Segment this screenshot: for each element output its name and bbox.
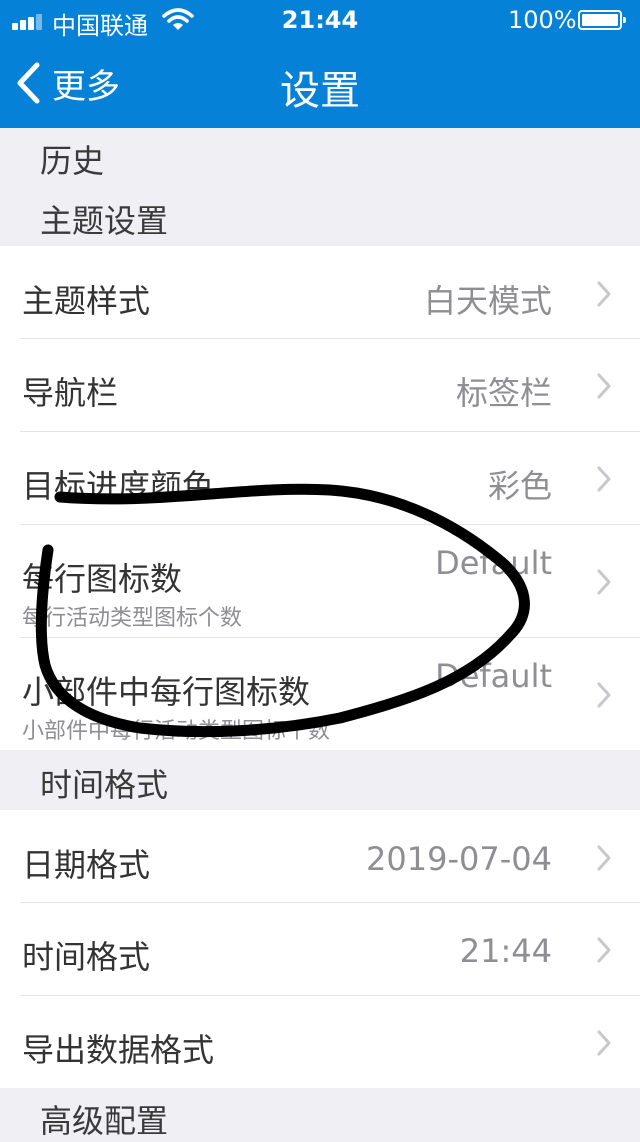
chevron-right-icon: [597, 845, 611, 871]
chevron-right-icon: [597, 569, 611, 595]
top-bar: 中国联通 21:44 100% 更多 设置: [0, 0, 640, 128]
row-value: 2019-07-04: [366, 840, 552, 878]
icons-per-row-row[interactable]: 每行图标数 每行活动类型图标个数 Default: [0, 524, 640, 637]
widget-icons-per-row-row[interactable]: 小部件中每行图标数 小部件中每行活动类型图标个数 Default: [0, 637, 640, 750]
row-title: 主题样式: [22, 282, 151, 320]
chevron-right-icon: [597, 1030, 611, 1056]
section-header-theme: 主题设置: [40, 202, 169, 240]
navigation-bar: 更多 设置: [0, 40, 640, 128]
page-title: 设置: [280, 68, 360, 114]
battery-icon: [578, 10, 626, 30]
theme-settings-group: 主题样式 白天模式 导航栏 标签栏 目标进度颜色 彩色 每行图标数 每行活动类型…: [0, 246, 640, 750]
row-value: 彩色: [487, 467, 552, 505]
theme-style-row[interactable]: 主题样式 白天模式: [0, 246, 640, 338]
row-title: 时间格式: [22, 938, 151, 976]
row-value: 标签栏: [455, 374, 552, 412]
history-item[interactable]: 历史: [40, 136, 104, 182]
row-title: 导航栏: [22, 374, 119, 412]
chevron-right-icon: [597, 937, 611, 963]
section-header-time-format: 时间格式: [40, 766, 169, 804]
row-title: 目标进度颜色: [22, 467, 215, 505]
status-bar: 中国联通 21:44 100%: [0, 0, 640, 40]
row-title: 每行图标数: [22, 560, 183, 598]
row-title: 日期格式: [22, 846, 151, 884]
row-subtitle: 每行活动类型图标个数: [22, 606, 243, 631]
row-value: 白天模式: [423, 282, 552, 320]
time-format-group: 日期格式 2019-07-04 时间格式 21:44 导出数据格式: [0, 810, 640, 1088]
row-title: 导出数据格式: [22, 1031, 215, 1069]
section-header-advanced: 高级配置: [40, 1102, 169, 1140]
export-data-format-row[interactable]: 导出数据格式: [0, 995, 640, 1088]
time-format-row[interactable]: 时间格式 21:44: [0, 902, 640, 995]
row-value: Default: [435, 657, 552, 695]
row-title: 小部件中每行图标数: [22, 673, 311, 711]
chevron-right-icon: [597, 373, 611, 399]
chevron-right-icon: [597, 281, 611, 307]
battery-percent: 100%: [508, 6, 577, 34]
navigation-bar-row[interactable]: 导航栏 标签栏: [0, 338, 640, 431]
chevron-right-icon: [597, 466, 611, 492]
goal-progress-color-row[interactable]: 目标进度颜色 彩色: [0, 431, 640, 524]
row-value: Default: [435, 544, 552, 582]
date-format-row[interactable]: 日期格式 2019-07-04: [0, 810, 640, 902]
row-value: 21:44: [459, 932, 552, 970]
row-subtitle: 小部件中每行活动类型图标个数: [22, 719, 331, 744]
chevron-right-icon: [597, 682, 611, 708]
